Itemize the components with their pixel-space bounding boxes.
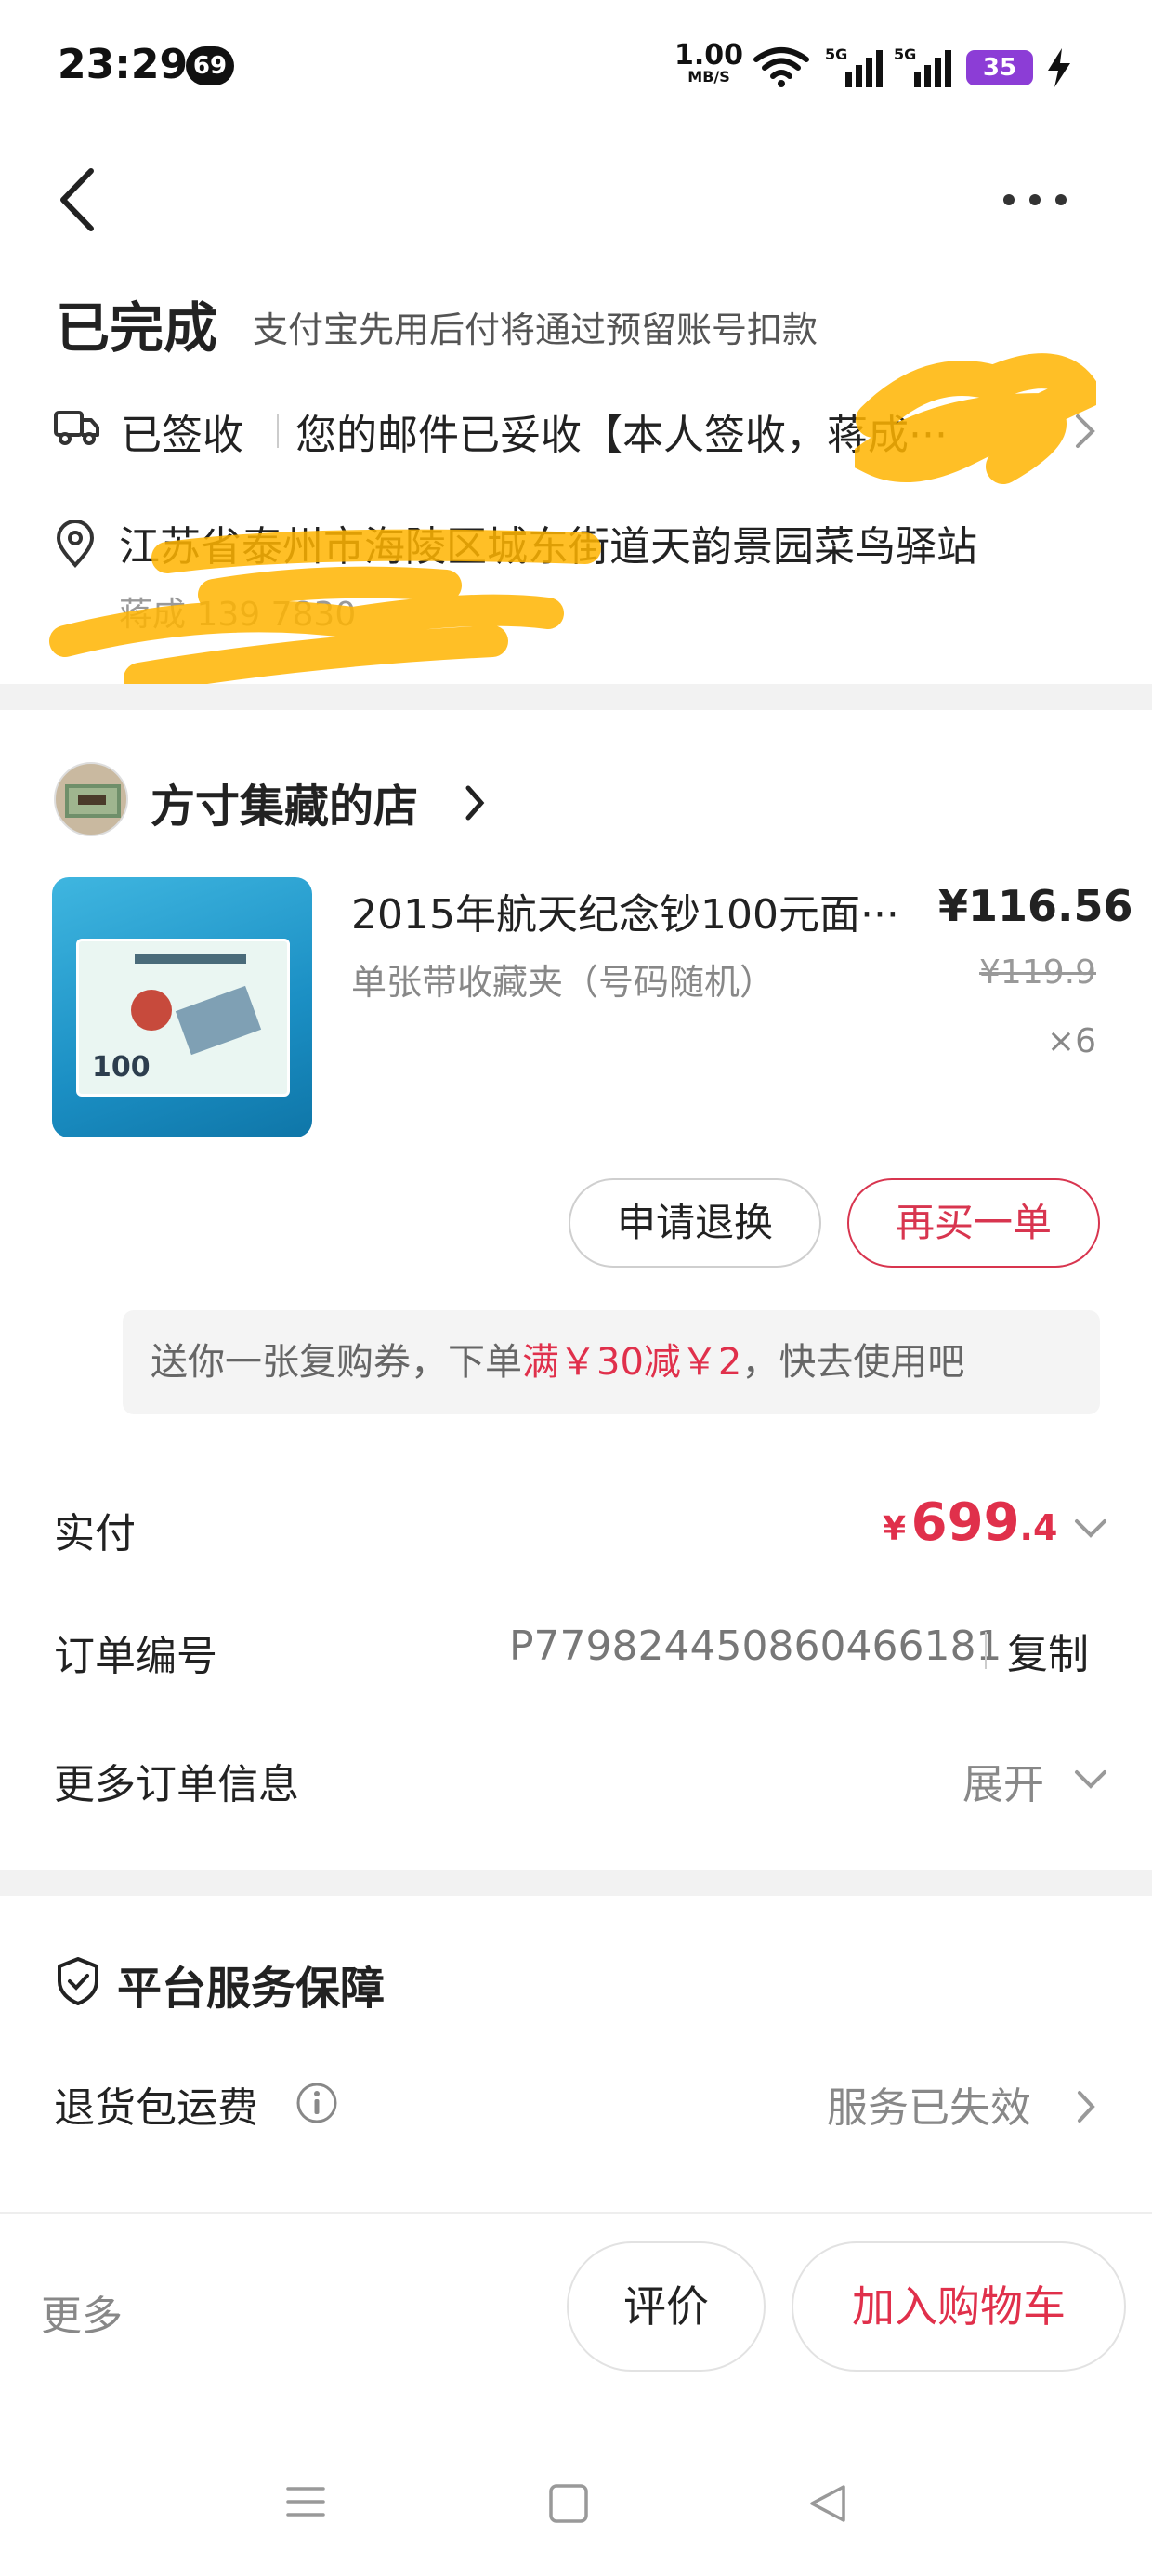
paid-decimal: .4 bbox=[1019, 1507, 1058, 1548]
expand-button[interactable]: 展开 bbox=[962, 1751, 1044, 1810]
copy-button[interactable]: 复制 bbox=[1007, 1621, 1089, 1680]
banknote-spacecraft bbox=[175, 985, 262, 1056]
chevron-right-icon[interactable] bbox=[1076, 2089, 1096, 2124]
shop-avatar[interactable] bbox=[54, 762, 128, 836]
refund-button[interactable]: 申请退换 bbox=[569, 1178, 821, 1268]
more-info-label: 更多订单信息 bbox=[54, 1761, 299, 1808]
chevron-down-icon[interactable] bbox=[1074, 1518, 1107, 1539]
paid-amount[interactable]: ¥ 699.4 bbox=[883, 1492, 1057, 1553]
original-price: ¥119.9 bbox=[979, 953, 1096, 992]
redaction-scribble-address bbox=[49, 529, 601, 694]
product-quantity: ×6 bbox=[1046, 1022, 1096, 1060]
order-number-divider bbox=[985, 1632, 987, 1669]
network-speed: 1.00 MB/S bbox=[674, 42, 743, 85]
back-triangle-icon[interactable] bbox=[806, 2483, 849, 2524]
signal-5g-icon-2: 5G bbox=[894, 46, 951, 87]
return-shipping-label: 退货包运费 bbox=[54, 2084, 258, 2132]
review-button[interactable]: 评价 bbox=[567, 2241, 766, 2372]
product-spec: 单张带收藏夹（号码随机） bbox=[351, 962, 776, 1003]
charging-icon bbox=[1048, 48, 1070, 87]
more-options-icon[interactable] bbox=[1001, 186, 1068, 214]
section-divider bbox=[0, 684, 1152, 710]
menu-icon[interactable] bbox=[284, 2483, 327, 2520]
network-speed-value: 1.00 bbox=[674, 39, 744, 72]
add-to-cart-button[interactable]: 加入购物车 bbox=[792, 2241, 1126, 2372]
more-actions-button[interactable]: 更多 bbox=[41, 2282, 123, 2342]
order-number-label: 订单编号 bbox=[54, 1633, 217, 1680]
redaction-scribble bbox=[855, 353, 1096, 484]
bottom-action-bar: 更多 评价 加入购物车 bbox=[0, 2212, 1152, 2576]
banknote-title-strip bbox=[135, 954, 246, 964]
shield-icon bbox=[58, 1957, 98, 2005]
order-status-title: 已完成 bbox=[56, 296, 218, 360]
paid-integer: 699 bbox=[910, 1492, 1020, 1553]
shop-avatar-image bbox=[65, 784, 121, 818]
section-divider bbox=[0, 1870, 1152, 1896]
status-time: 23:29 bbox=[58, 41, 189, 88]
back-icon[interactable] bbox=[54, 167, 100, 232]
service-status[interactable]: 服务已失效 bbox=[827, 2074, 1031, 2134]
truck-icon bbox=[54, 411, 99, 445]
order-number: P779824450860466181 bbox=[509, 1623, 1002, 1670]
coupon-banner[interactable]: 送你一张复购券，下单满￥30减￥2，快去使用吧 bbox=[123, 1310, 1100, 1414]
logistics-status: 已签收 bbox=[121, 412, 243, 459]
chevron-right-icon[interactable] bbox=[465, 784, 485, 821]
banknote-emblem bbox=[131, 990, 172, 1031]
rebuy-button[interactable]: 再买一单 bbox=[847, 1178, 1100, 1268]
wifi-icon bbox=[753, 47, 809, 87]
guarantee-title: 平台服务保障 bbox=[117, 1963, 386, 2015]
product-title[interactable]: 2015年航天纪念钞100元面··· bbox=[351, 881, 927, 940]
banknote-image: 100 bbox=[76, 939, 290, 1097]
logistics-divider bbox=[277, 414, 279, 448]
coupon-highlight: 满￥30减￥2 bbox=[522, 1341, 742, 1384]
home-square-icon[interactable] bbox=[548, 2483, 589, 2524]
coupon-prefix: 送你一张复购券，下单 bbox=[151, 1341, 522, 1384]
signal-label-2: 5G bbox=[894, 46, 916, 63]
banknote-denomination: 100 bbox=[92, 1051, 151, 1084]
battery-indicator: 35 bbox=[966, 50, 1033, 85]
order-status-subtitle: 支付宝先用后付将通过预留账号扣款 bbox=[253, 309, 818, 350]
clipped-guarantee-row bbox=[54, 2193, 1104, 2214]
product-image[interactable]: 100 bbox=[52, 877, 312, 1137]
status-bar: 23:29 69 1.00 MB/S 5G 5G 35 bbox=[0, 0, 1152, 139]
signal-5g-icon: 5G bbox=[825, 46, 883, 87]
info-icon[interactable] bbox=[295, 2082, 338, 2124]
paid-currency: ¥ bbox=[883, 1510, 907, 1548]
product-price: ¥116.56 bbox=[938, 881, 1133, 931]
signal-label-1: 5G bbox=[825, 46, 847, 63]
paid-label: 实付 bbox=[54, 1510, 136, 1557]
coupon-suffix: ，快去使用吧 bbox=[741, 1341, 965, 1384]
chevron-down-icon[interactable] bbox=[1074, 1769, 1107, 1790]
shop-name[interactable]: 方寸集藏的店 bbox=[151, 769, 418, 835]
notification-badge: 69 bbox=[186, 46, 234, 85]
